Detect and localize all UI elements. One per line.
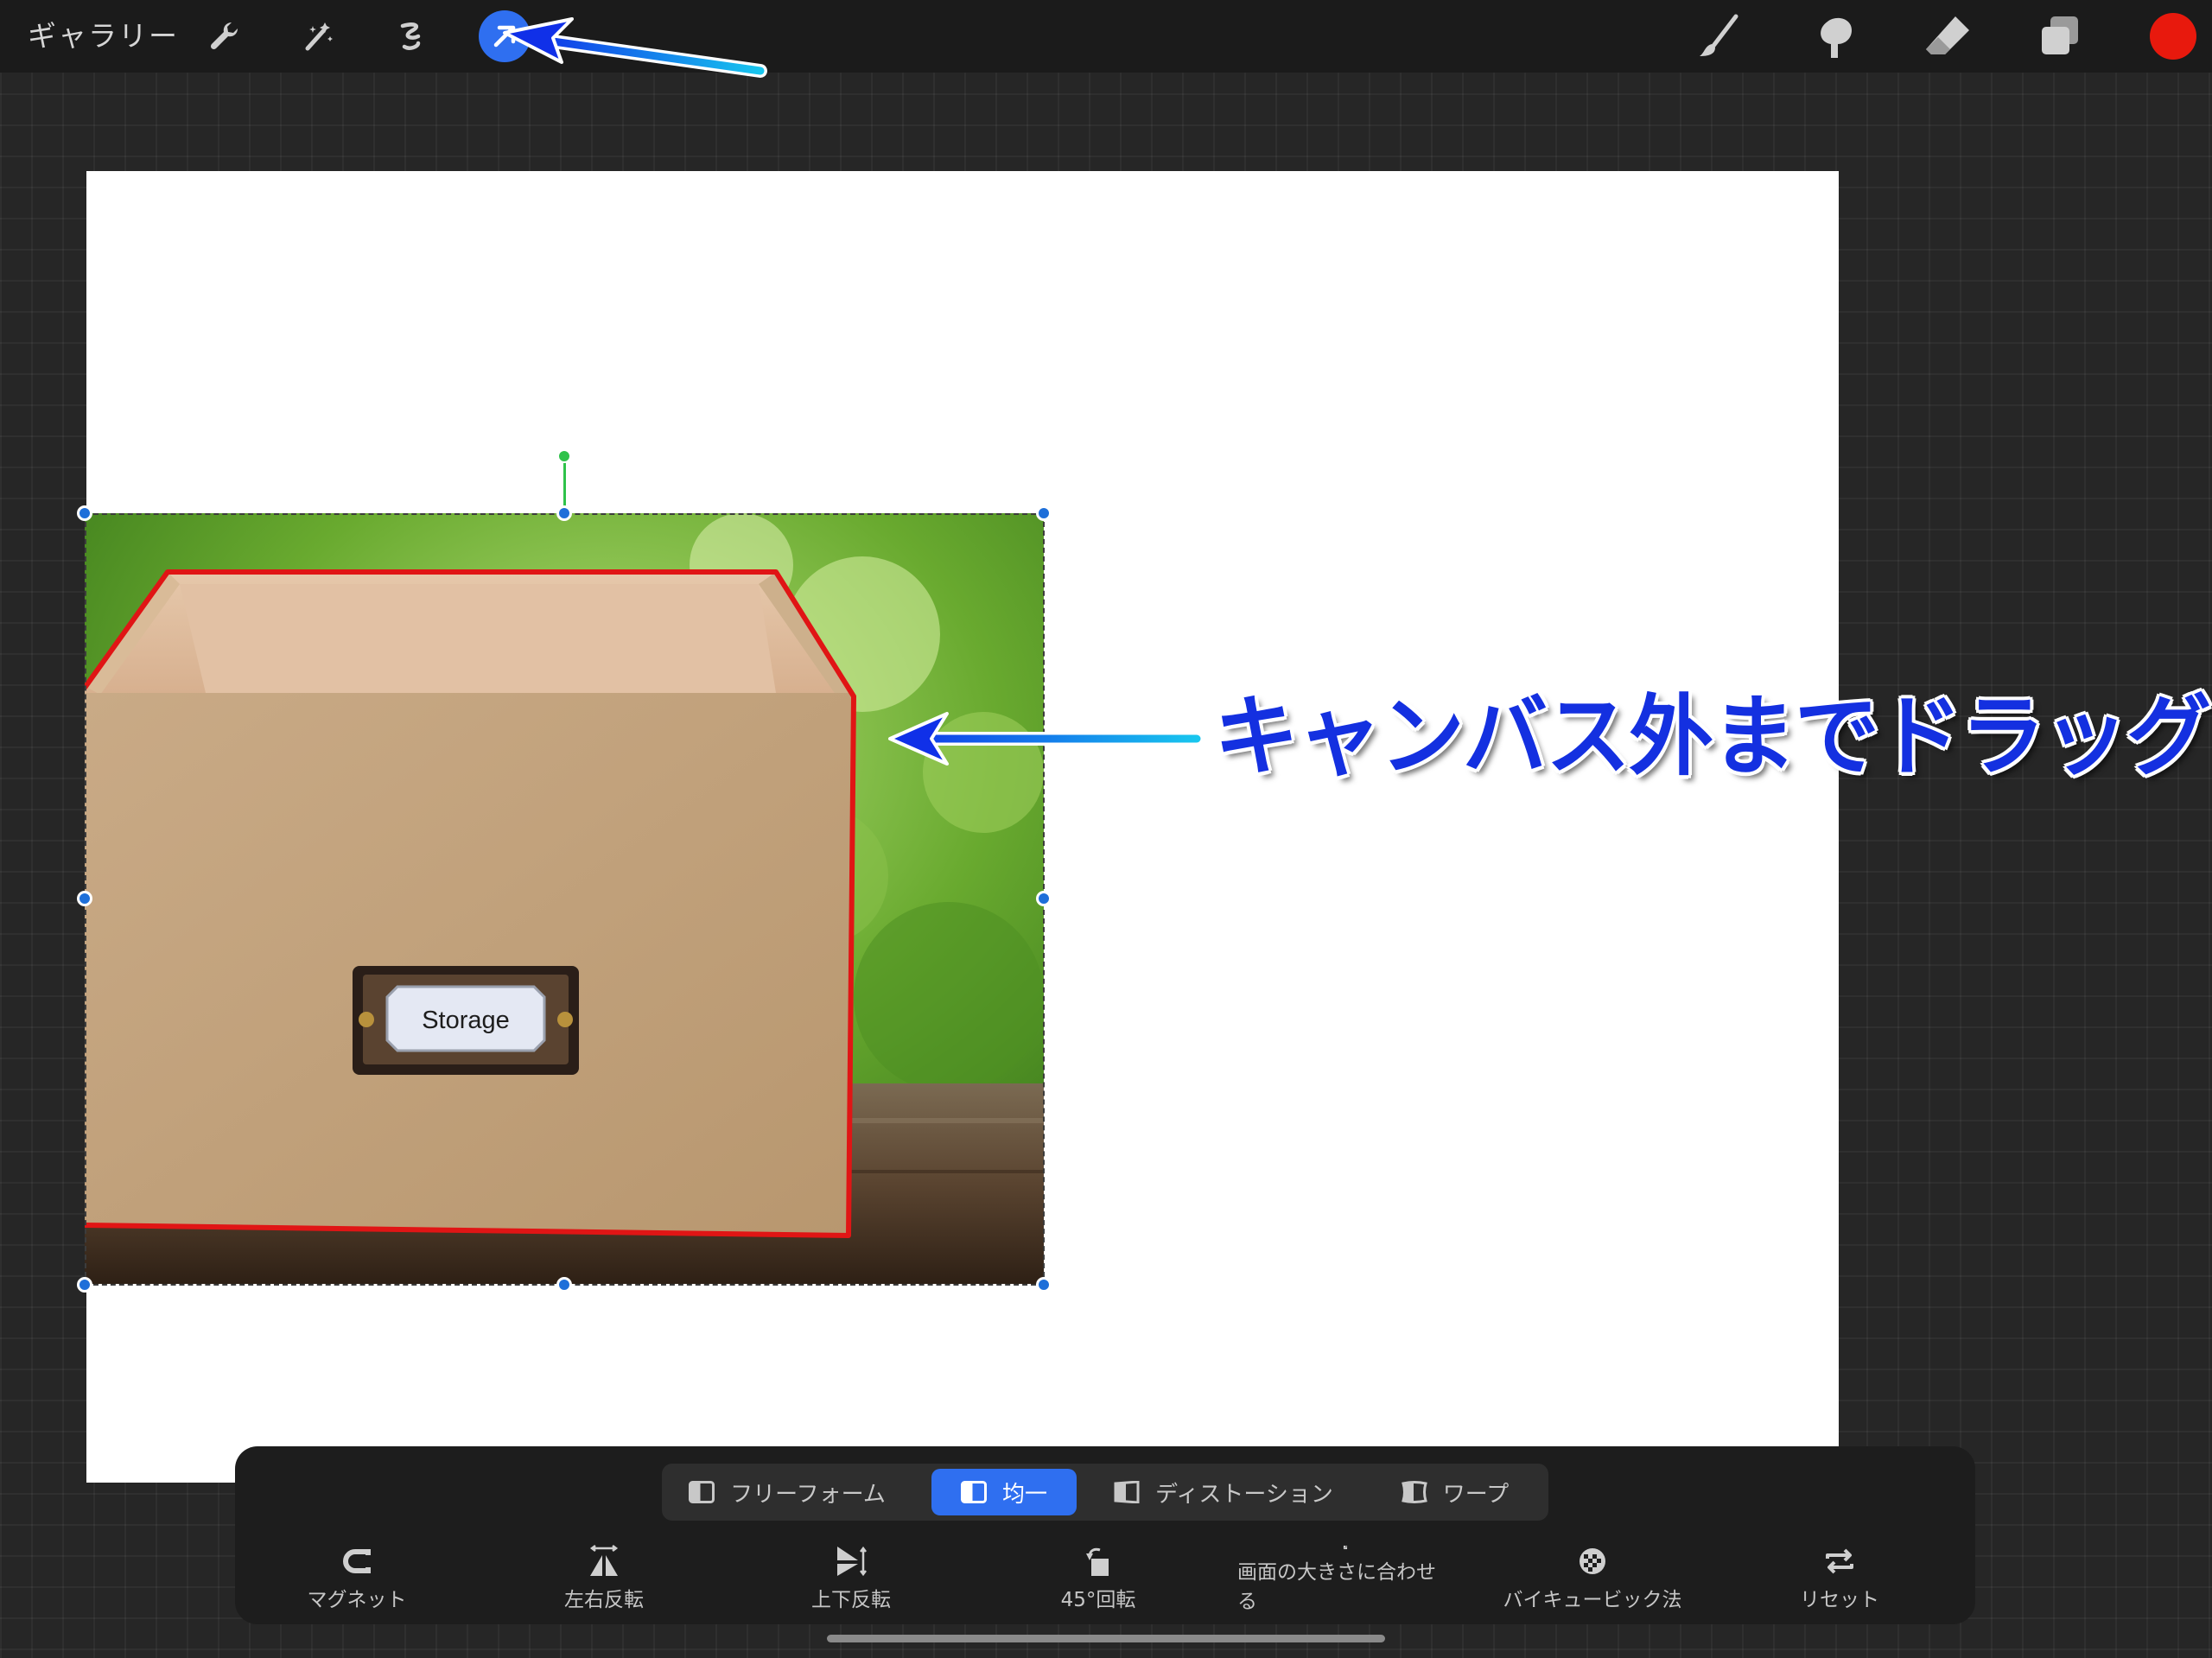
warp-icon [1401,1481,1427,1503]
magnet-icon [343,1549,371,1573]
magnet-button[interactable]: マグネット [249,1545,465,1614]
wrench-icon[interactable] [199,10,251,62]
distort-icon [1114,1481,1140,1503]
handle-middle-left[interactable] [77,891,92,906]
freeform-icon [689,1481,715,1503]
handle-middle-right[interactable] [1036,891,1052,906]
bicubic-icon [1580,1548,1605,1574]
eraser-icon[interactable] [1920,9,1975,64]
bicubic-button[interactable]: バイキュービック法 [1484,1545,1700,1614]
handle-bottom-left[interactable] [77,1277,92,1293]
rotation-stem [563,458,566,511]
drag-instruction-caption: キャンバス外までドラッグ [1214,685,2211,789]
action-label: 左右反転 [564,1589,644,1611]
transform-mode-selector: フリーフォーム 均一 ディストーション ワープ [662,1464,1548,1521]
layers-icon[interactable] [2032,9,2088,64]
home-indicator[interactable] [827,1635,1385,1642]
mode-distort[interactable]: ディストーション [1103,1469,1344,1515]
mode-label: フリーフォーム [730,1481,886,1508]
brush-icon[interactable] [1692,9,1747,64]
gallery-button[interactable]: ギャラリー [28,16,179,57]
uniform-icon [960,1481,987,1503]
mode-freeform[interactable]: フリーフォーム [671,1469,904,1515]
mode-label: ワープ [1442,1481,1510,1508]
flip-horizontal-icon [589,1545,619,1576]
mode-warp[interactable]: ワープ [1370,1469,1540,1515]
rotate-45-icon [1086,1547,1109,1576]
mode-uniform[interactable]: 均一 [931,1469,1077,1515]
action-label: 45°回転 [1060,1589,1136,1611]
action-label: バイキュービック法 [1503,1589,1682,1611]
handle-top-left[interactable] [77,505,92,521]
transform-arrow-icon[interactable] [479,10,531,62]
action-label: 画面の大きさに合わせる [1237,1561,1436,1613]
action-label: マグネット [307,1589,407,1611]
handle-top-right[interactable] [1036,505,1052,521]
selection-icon[interactable] [385,10,437,62]
storage-label: Storage [422,1007,510,1034]
reset-icon [1826,1548,1853,1574]
mode-label: 均一 [1001,1481,1047,1508]
rotate-45-button[interactable]: 45°回転 [990,1545,1206,1614]
magic-wand-icon[interactable] [292,10,344,62]
action-label: 上下反転 [811,1589,891,1611]
color-swatch[interactable] [2150,13,2196,60]
flip-vertical-icon [837,1546,867,1577]
rotation-handle[interactable] [557,449,571,463]
handle-top-center[interactable] [556,505,572,521]
flip-vertical-button[interactable]: 上下反転 [743,1545,959,1614]
reset-button[interactable]: リセット [1732,1545,1948,1614]
mode-label: ディストーション [1155,1481,1333,1508]
transform-panel: フリーフォーム 均一 ディストーション ワープ マグネット 左右反転 上下反転 … [235,1446,1975,1624]
handle-bottom-right[interactable] [1036,1277,1052,1293]
selected-photo-layer[interactable]: Storage [85,513,1044,1284]
fit-to-screen-button[interactable]: 画面の大きさに合わせる [1237,1545,1453,1614]
action-label: リセット [1800,1589,1879,1611]
flip-horizontal-button[interactable]: 左右反転 [496,1545,712,1614]
fit-to-screen-icon [1343,1545,1348,1550]
smudge-icon[interactable] [1806,9,1861,64]
handle-bottom-center[interactable] [556,1277,572,1293]
top-toolbar: ギャラリー [0,0,2212,73]
